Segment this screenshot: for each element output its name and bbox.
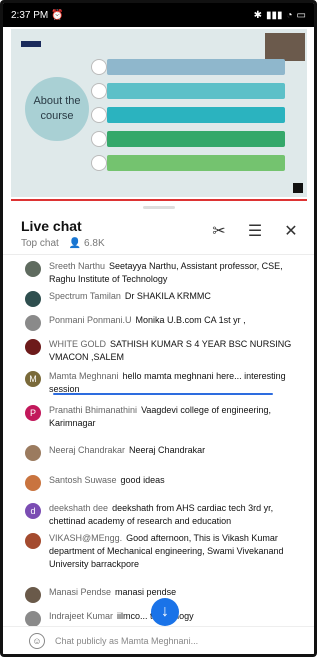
message-body: Dr SHAKILA KRMMC <box>124 291 211 301</box>
avatar: P <box>25 405 41 421</box>
chat-input[interactable]: Chat publicly as Mamta Meghnani... <box>55 636 198 646</box>
highlight-underline <box>53 393 273 395</box>
filter-icon[interactable]: ☰ <box>246 222 264 240</box>
message-text: deekshath dee deekshath from AHS cardiac … <box>49 502 305 528</box>
slide-item-number-5 <box>91 155 107 171</box>
slide-item-number-3 <box>91 107 107 123</box>
bluetooth-icon: ✱ <box>253 9 262 21</box>
avatar <box>25 611 41 627</box>
avatar <box>25 261 41 277</box>
slide-item-5 <box>107 155 285 171</box>
message-body: Neeraj Chandrakar <box>129 445 206 455</box>
message-author: Neeraj Chandrakar <box>49 445 126 455</box>
chat-message: Spectrum Tamilan Dr SHAKILA KRMMC <box>25 290 305 307</box>
chat-message: P Pranathi Bhimanathini Vaagdevi college … <box>25 404 305 430</box>
avatar: M <box>25 371 41 387</box>
message-author: Pranathi Bhimanathini <box>49 405 138 415</box>
status-icons: ✱ ▮▮▮ ◔ ▭ <box>254 10 306 21</box>
message-author: Mamta Meghnani <box>49 371 119 381</box>
header-divider <box>3 254 314 255</box>
message-text: Ponmani Ponmani.U Monika U.B.com CA 1st y… <box>49 314 246 327</box>
message-text: VIKASH@MEngg. Good afternoon, This is Vik… <box>49 532 305 571</box>
message-author: VIKASH@MEngg. <box>49 533 123 543</box>
signal-icon: ▮▮▮ <box>265 9 283 21</box>
slide-item-1 <box>107 59 285 75</box>
message-text: Neeraj Chandrakar Neeraj Chandrakar <box>49 444 205 457</box>
arrow-down-icon: ↓ <box>161 603 169 620</box>
message-text: Manasi Pendse manasi pendse <box>49 586 176 599</box>
message-author: Ponmani Ponmani.U <box>49 315 132 325</box>
chat-message: Sreeth Narthu Seetayya Narthu, Assistant … <box>25 260 305 286</box>
chat-message: Santosh Suwase good ideas <box>25 474 305 491</box>
avatar <box>25 291 41 307</box>
slide-item-3 <box>107 107 285 123</box>
avatar <box>25 339 41 355</box>
message-body: manasi pendse <box>115 587 177 597</box>
chat-message: Neeraj Chandrakar Neeraj Chandrakar <box>25 444 305 461</box>
chat-message: WHITE GOLD SATHISH KUMAR S 4 YEAR BSC NUR… <box>25 338 305 364</box>
status-bar: 2:37 PM ⏰ ✱ ▮▮▮ ◔ ▭ <box>3 3 314 27</box>
message-text: Spectrum Tamilan Dr SHAKILA KRMMC <box>49 290 211 303</box>
slide-item-4 <box>107 131 285 147</box>
message-author: deekshath dee <box>49 503 109 513</box>
chat-message: VIKASH@MEngg. Good afternoon, This is Vik… <box>25 532 305 571</box>
avatar <box>25 587 41 603</box>
video-progress[interactable] <box>11 199 307 201</box>
scroll-to-bottom-button[interactable]: ↓ <box>151 598 179 626</box>
battery-icon: ▭ <box>296 9 306 21</box>
smile-icon[interactable]: ☺ <box>29 632 45 649</box>
viewer-count: 👤 6.8K <box>69 238 105 249</box>
slide-item-number-4 <box>91 131 107 147</box>
chat-message: d deekshath dee deekshath from AHS cardia… <box>25 502 305 528</box>
people-icon: 👤 <box>68 238 82 249</box>
viewer-count-value: 6.8K <box>84 238 105 249</box>
slide-item-2 <box>107 83 285 99</box>
video-player[interactable]: About the course <box>11 29 307 197</box>
slide-left-circle: About the course <box>25 77 89 141</box>
video-logo <box>21 41 41 47</box>
slide-item-number-2 <box>91 83 107 99</box>
message-author: Sreeth Narthu <box>49 261 106 271</box>
message-body: Monika U.B.com CA 1st yr , <box>135 315 246 325</box>
avatar <box>25 533 41 549</box>
message-body: good ideas <box>120 475 165 485</box>
wifi-icon: ◔ <box>286 9 293 21</box>
alarm-icon: ⏰ <box>51 9 64 21</box>
close-icon[interactable]: ✕ <box>282 222 300 240</box>
fullscreen-button[interactable] <box>293 183 303 193</box>
top-chat-label[interactable]: Top chat <box>21 238 59 249</box>
avatar <box>25 475 41 491</box>
chat-composer[interactable]: ☺ Chat publicly as Mamta Meghnani... <box>3 626 314 654</box>
top-chat-dropdown[interactable]: Top chat 👤 6.8K <box>21 238 105 249</box>
phone-frame: 2:37 PM ⏰ ✱ ▮▮▮ ◔ ▭ About the course Liv… <box>0 0 317 657</box>
message-author: Manasi Pendse <box>49 587 112 597</box>
message-author: WHITE GOLD <box>49 339 107 349</box>
time-text: 2:37 PM <box>11 9 49 21</box>
scissors-icon[interactable]: ✂ <box>210 222 228 240</box>
message-author: Spectrum Tamilan <box>49 291 121 301</box>
slide-left-title: About the course <box>33 95 81 122</box>
chat-header-actions: ✂ ☰ ✕ <box>210 222 300 240</box>
avatar: d <box>25 503 41 519</box>
live-chat-title: Live chat <box>21 218 82 234</box>
message-author: Santosh Suwase <box>49 475 117 485</box>
live-chat-panel: Live chat Top chat 👤 6.8K ✂ ☰ ✕ Sreeth N… <box>3 202 314 654</box>
presenter-camera <box>265 33 305 61</box>
message-text: Pranathi Bhimanathini Vaagdevi college of… <box>49 404 305 430</box>
message-author: Indrajeet Kumar <box>49 611 114 621</box>
avatar <box>25 445 41 461</box>
status-time: 2:37 PM ⏰ <box>11 10 63 21</box>
chat-message: Ponmani Ponmani.U Monika U.B.com CA 1st y… <box>25 314 305 331</box>
drag-handle[interactable] <box>143 206 175 209</box>
message-text: Sreeth Narthu Seetayya Narthu, Assistant … <box>49 260 305 286</box>
message-text: Santosh Suwase good ideas <box>49 474 165 487</box>
slide-item-number-1 <box>91 59 107 75</box>
message-text: WHITE GOLD SATHISH KUMAR S 4 YEAR BSC NUR… <box>49 338 305 364</box>
avatar <box>25 315 41 331</box>
